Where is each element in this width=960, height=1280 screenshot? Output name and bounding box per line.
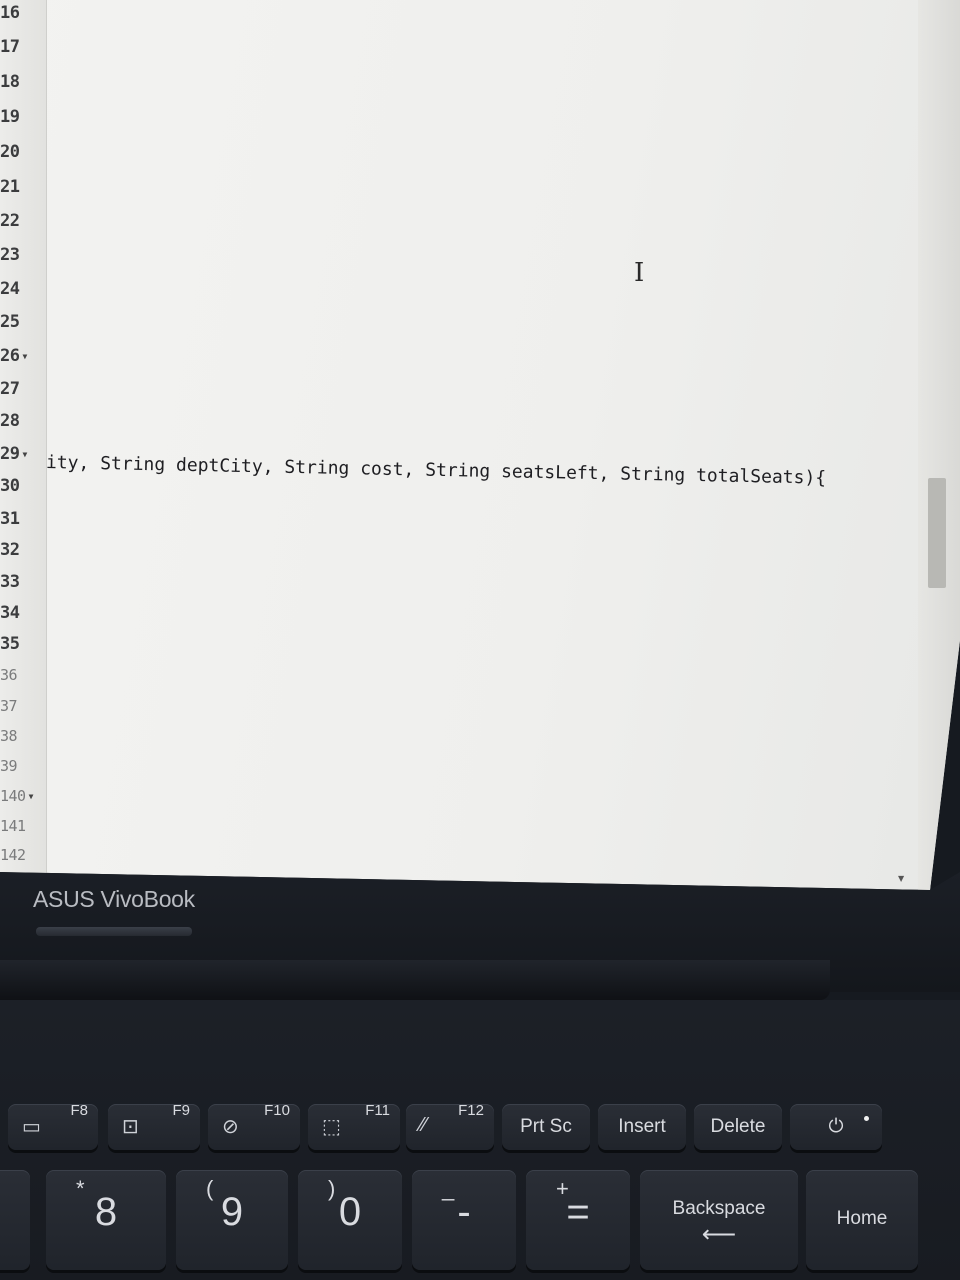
line-number: 21 <box>0 177 20 197</box>
line-number: 36 <box>0 666 18 684</box>
line-number: 17 <box>0 37 20 57</box>
code-line[interactable]: ity, String deptCity, String cost, Strin… <box>46 452 827 489</box>
key-8[interactable]: * 8 <box>46 1170 166 1270</box>
line-number[interactable]: 29 ▼ <box>0 444 46 464</box>
line-number: 39 <box>0 757 18 775</box>
key-backspace[interactable]: Backspace ⟵ <box>640 1170 798 1270</box>
key-f11[interactable]: ⬚ F11 <box>308 1102 400 1150</box>
key-f9[interactable]: ⊡ F9 <box>108 1102 200 1150</box>
line-number: 35 <box>0 634 20 654</box>
key-label: F8 <box>70 1102 88 1119</box>
line-number[interactable]: 140 ▼ <box>0 787 46 805</box>
line-number: 23 <box>0 245 20 265</box>
line-number: 38 <box>0 727 18 745</box>
key-insert[interactable]: Insert <box>598 1104 686 1150</box>
vertical-scrollbar[interactable] <box>918 0 960 890</box>
key-label: 9 <box>220 1190 244 1234</box>
fold-arrow-icon[interactable]: ▼ <box>22 450 27 459</box>
key-label: Prt Sc <box>520 1116 572 1137</box>
line-number-gutter: 16 17 18 19 20 21 22 23 24 25 26 ▼ 27 28 … <box>0 0 47 880</box>
line-number: 20 <box>0 142 20 162</box>
key-label: F11 <box>365 1102 390 1119</box>
line-number: 142 <box>0 846 26 864</box>
key-0[interactable]: ) 0 <box>298 1170 402 1270</box>
key-label: Delete <box>710 1116 766 1137</box>
myasus-icon: ⁄⁄ <box>420 1114 427 1136</box>
display-icon: ▭ <box>22 1116 41 1138</box>
key-prtsc[interactable]: Prt Sc <box>502 1104 590 1150</box>
line-number: 25 <box>0 312 20 332</box>
key-label: F9 <box>172 1102 190 1119</box>
key-9[interactable]: ( 9 <box>176 1170 288 1270</box>
scroll-down-arrow-icon[interactable]: ▼ <box>898 874 904 883</box>
fold-arrow-icon[interactable]: ▼ <box>29 792 34 801</box>
line-number: 24 <box>0 279 20 299</box>
key-f10[interactable]: ⊘ F10 <box>208 1102 300 1150</box>
screenshot-icon: ⬚ <box>322 1116 341 1138</box>
line-number: 30 <box>0 476 20 496</box>
key-home[interactable]: Home <box>806 1170 918 1270</box>
text-cursor-icon: I <box>634 258 645 288</box>
line-number: 27 <box>0 379 20 399</box>
line-number: 16 <box>0 3 20 23</box>
brand-bar <box>36 927 192 936</box>
key-label: - <box>457 1190 471 1234</box>
backspace-arrow-icon: ⟵ <box>701 1221 737 1248</box>
key-minus[interactable]: _ - <box>412 1170 516 1270</box>
key-power[interactable]: ⏻ <box>790 1104 882 1150</box>
line-number: 34 <box>0 603 20 623</box>
line-number: 37 <box>0 697 18 715</box>
line-number: 22 <box>0 211 20 231</box>
camera-off-icon: ⊘ <box>222 1116 239 1138</box>
scrollbar-thumb[interactable] <box>928 478 946 588</box>
key-label: F10 <box>264 1102 290 1119</box>
key-7-partial[interactable] <box>0 1170 30 1270</box>
key-f8[interactable]: ▭ F8 <box>8 1102 98 1150</box>
key-label: 0 <box>338 1190 362 1234</box>
line-number: 31 <box>0 509 20 529</box>
line-number[interactable]: 26 ▼ <box>0 346 46 366</box>
key-f12[interactable]: ⁄⁄ F12 <box>406 1102 494 1150</box>
line-number: 18 <box>0 72 20 92</box>
line-number: 33 <box>0 572 20 592</box>
line-number: 19 <box>0 107 20 127</box>
key-label: 8 <box>94 1190 118 1234</box>
key-label: F12 <box>458 1102 484 1119</box>
lock-screen-icon: ⊡ <box>122 1116 139 1138</box>
key-label: Home <box>836 1208 888 1229</box>
key-label: = <box>566 1190 590 1234</box>
key-label: Insert <box>618 1116 666 1137</box>
key-delete[interactable]: Delete <box>694 1104 782 1150</box>
line-number: 28 <box>0 411 20 431</box>
fold-arrow-icon[interactable]: ▼ <box>22 352 27 361</box>
power-led <box>864 1116 869 1121</box>
brand-logo: ASUS VivoBook <box>33 886 195 912</box>
hinge <box>0 960 830 1000</box>
line-number: 32 <box>0 540 20 560</box>
key-label: Backspace <box>672 1198 766 1219</box>
key-equal[interactable]: + = <box>526 1170 630 1270</box>
line-number: 141 <box>0 817 26 835</box>
